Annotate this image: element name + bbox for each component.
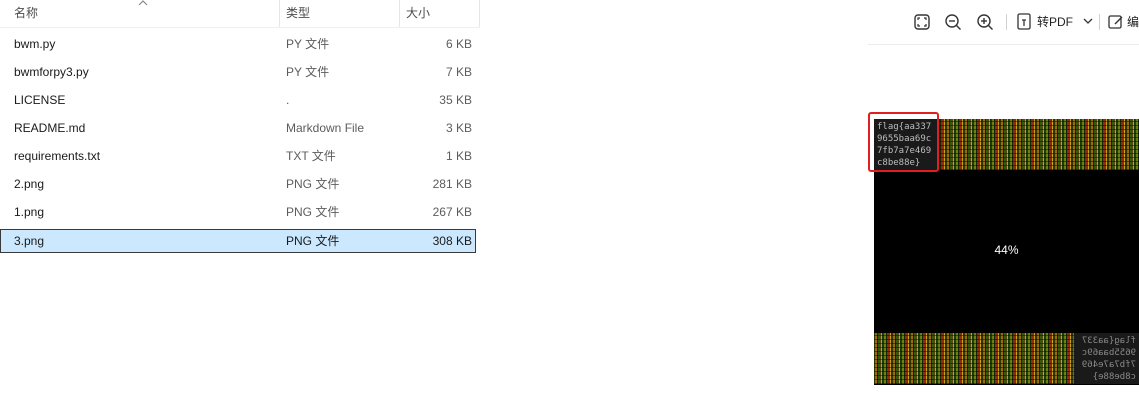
- file-size: 1 KB: [445, 149, 472, 163]
- file-row[interactable]: 2.png PNG 文件 281 KB: [0, 172, 476, 196]
- file-type: Markdown File: [286, 121, 365, 135]
- file-size: 35 KB: [439, 93, 472, 107]
- file-type: PNG 文件: [286, 205, 340, 219]
- file-type: PY 文件: [286, 37, 330, 51]
- flag-highlight-box: [868, 112, 939, 172]
- file-row[interactable]: requirements.txt TXT 文件 1 KB: [0, 144, 476, 168]
- edit-label[interactable]: 编: [1127, 14, 1139, 30]
- toolbar-divider: [1099, 14, 1100, 30]
- file-row[interactable]: README.md Markdown File 3 KB: [0, 116, 476, 140]
- file-row-selected[interactable]: 3.png PNG 文件 308 KB: [0, 229, 476, 253]
- file-type: .: [286, 93, 290, 107]
- file-type: PY 文件: [286, 65, 330, 79]
- chevron-down-icon[interactable]: [1082, 13, 1094, 29]
- file-name: LICENSE: [14, 93, 66, 107]
- edit-icon[interactable]: [1106, 12, 1126, 32]
- file-size: 6 KB: [445, 37, 472, 51]
- sort-ascending-icon: [138, 0, 148, 6]
- column-divider[interactable]: [479, 0, 480, 27]
- file-size: 308 KB: [432, 234, 472, 248]
- file-size: 267 KB: [432, 205, 472, 219]
- file-name: 2.png: [14, 177, 45, 191]
- file-type: PNG 文件: [286, 234, 340, 248]
- column-header-type[interactable]: 类型: [286, 0, 396, 27]
- file-name: README.md: [14, 121, 86, 135]
- file-name: bwmforpy3.py: [14, 65, 89, 79]
- file-name: requirements.txt: [14, 149, 101, 163]
- column-divider[interactable]: [279, 0, 280, 27]
- file-name: 1.png: [14, 205, 45, 219]
- zoom-out-icon[interactable]: [943, 12, 963, 32]
- preview-toolbar: 转PDF 编: [868, 0, 1139, 45]
- toolbar-divider: [1006, 14, 1007, 30]
- file-row[interactable]: 1.png PNG 文件 267 KB: [0, 200, 476, 224]
- fit-to-window-icon[interactable]: [912, 12, 932, 32]
- column-divider[interactable]: [399, 0, 400, 27]
- file-size: 281 KB: [432, 177, 472, 191]
- file-type: PNG 文件: [286, 177, 340, 191]
- file-row[interactable]: bwm.py PY 文件 6 KB: [0, 32, 476, 56]
- image-preview-pane: 转PDF 编 flag{aa337 9655baa69c 7fb7a7e469 …: [868, 0, 1139, 419]
- file-row[interactable]: LICENSE . 35 KB: [0, 88, 476, 112]
- file-size: 3 KB: [445, 121, 472, 135]
- file-name: bwm.py: [14, 37, 56, 51]
- convert-pdf-label[interactable]: 转PDF: [1037, 14, 1073, 30]
- convert-pdf-icon[interactable]: [1015, 12, 1035, 32]
- file-name: 3.png: [14, 234, 45, 248]
- file-list-pane: 名称 类型 大小 bwm.py PY 文件 6 KB bwmforpy3.py …: [0, 0, 480, 419]
- file-size: 7 KB: [445, 65, 472, 79]
- zoom-level-indicator: 44%: [994, 243, 1019, 257]
- file-row[interactable]: bwmforpy3.py PY 文件 7 KB: [0, 60, 476, 84]
- column-header-row: 名称 类型 大小: [0, 0, 480, 28]
- column-header-size[interactable]: 大小: [406, 0, 476, 27]
- flag-text-mirrored: flag{aa337 9655baa69c 7fb7a7e469 c8be88e…: [1074, 333, 1139, 384]
- file-type: TXT 文件: [286, 149, 336, 163]
- zoom-in-icon[interactable]: [975, 12, 995, 32]
